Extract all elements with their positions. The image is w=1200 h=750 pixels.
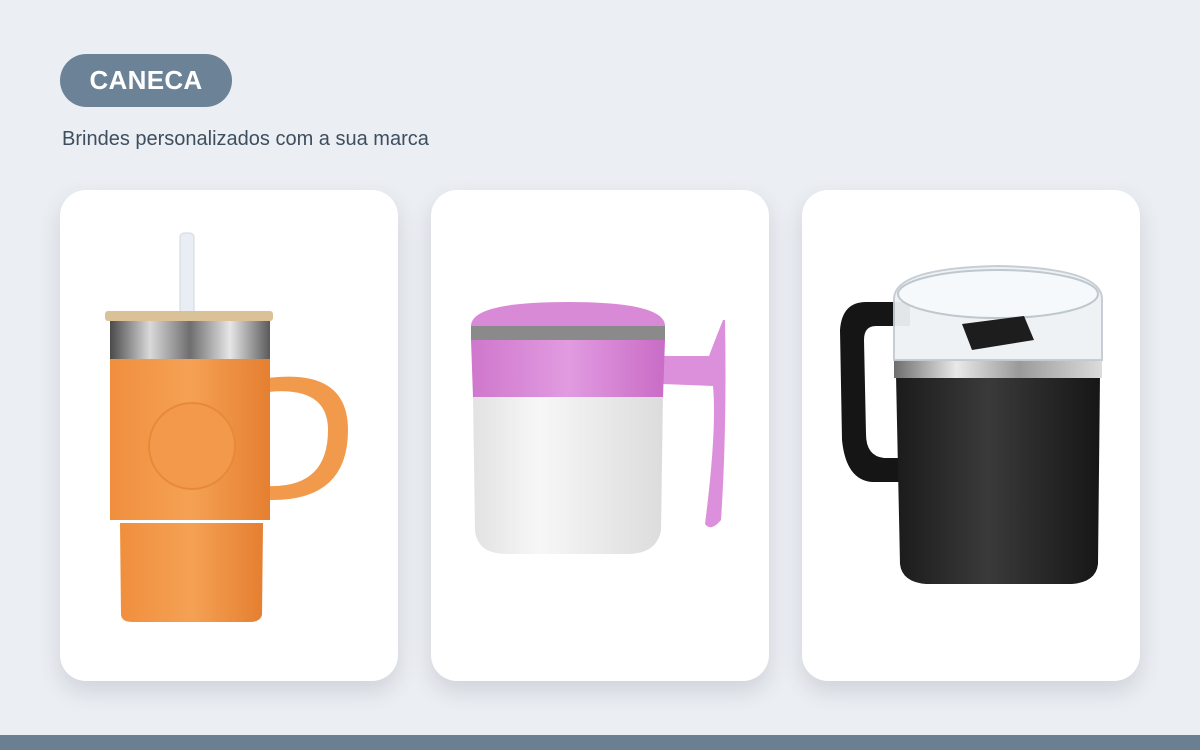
page-subtitle: Brindes personalizados com a sua marca [62,128,429,150]
pink-mug-image [471,302,726,554]
category-badge: CANECA [60,54,232,107]
footer-bar [0,735,1200,750]
black-mug-image [840,264,1103,584]
product-card-orange-mug[interactable] [60,190,398,681]
product-card-pink-mug[interactable] [431,190,769,681]
orange-mug-image [105,232,348,622]
product-card-black-mug[interactable] [802,190,1140,681]
